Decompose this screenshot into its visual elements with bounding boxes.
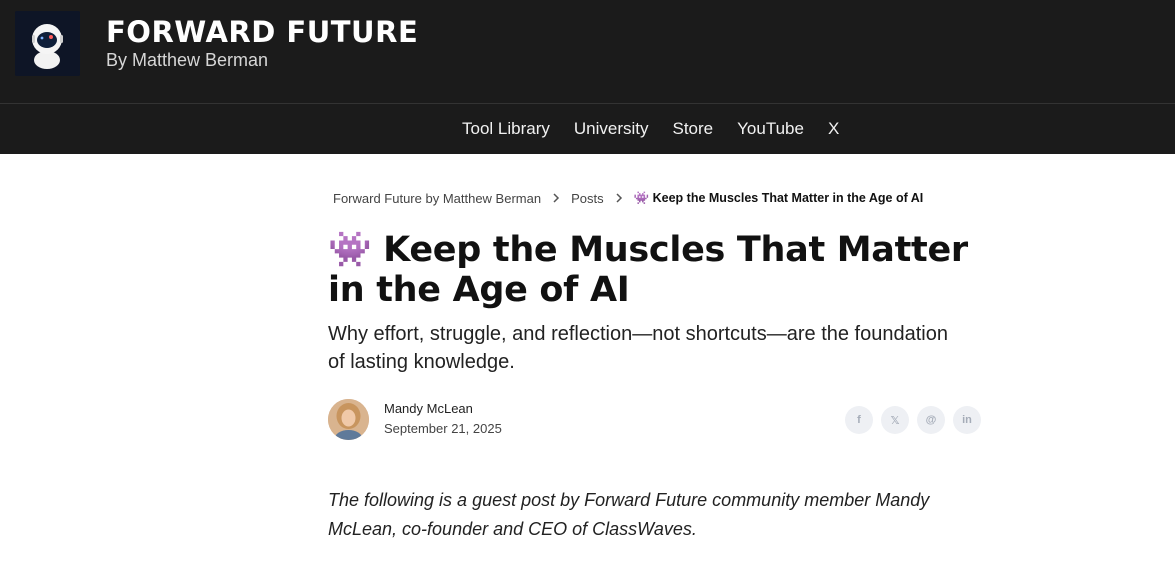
breadcrumb-posts[interactable]: Posts <box>571 191 604 206</box>
nav-university[interactable]: University <box>574 119 649 139</box>
brand-title[interactable]: FORWARD FUTURE <box>106 15 418 49</box>
astronaut-icon[interactable] <box>15 11 80 76</box>
chevron-right-icon <box>615 191 623 206</box>
nav-tool-library[interactable]: Tool Library <box>462 119 550 139</box>
facebook-icon[interactable]: f <box>845 406 873 434</box>
article-title: 👾 Keep the Muscles That Matter in the Ag… <box>328 230 968 310</box>
main-navigation: Tool Library University Store YouTube X <box>0 104 1175 154</box>
linkedin-icon[interactable]: in <box>953 406 981 434</box>
chevron-right-icon <box>552 191 560 206</box>
brand-subtitle: By Matthew Berman <box>106 50 269 70</box>
nav-x[interactable]: X <box>828 119 839 139</box>
breadcrumb-home[interactable]: Forward Future by Matthew Berman <box>333 191 541 206</box>
threads-icon[interactable]: @ <box>917 406 945 434</box>
share-buttons: f 𝕏 @ in <box>845 406 981 434</box>
nav-store[interactable]: Store <box>673 119 714 139</box>
site-header: FORWARD FUTURE By Matthew Berman <box>0 0 1175 103</box>
publish-date: September 21, 2025 <box>384 421 502 436</box>
breadcrumb: Forward Future by Matthew Berman Posts 👾… <box>333 191 923 206</box>
avatar[interactable] <box>328 399 369 440</box>
article-subtitle: Why effort, struggle, and reflection—not… <box>328 323 948 373</box>
author-name[interactable]: Mandy McLean <box>384 401 473 416</box>
breadcrumb-current: 👾 Keep the Muscles That Matter in the Ag… <box>633 191 924 205</box>
nav-youtube[interactable]: YouTube <box>737 119 804 139</box>
article-intro: The following is a guest post by Forward… <box>328 490 930 539</box>
x-icon[interactable]: 𝕏 <box>881 406 909 434</box>
